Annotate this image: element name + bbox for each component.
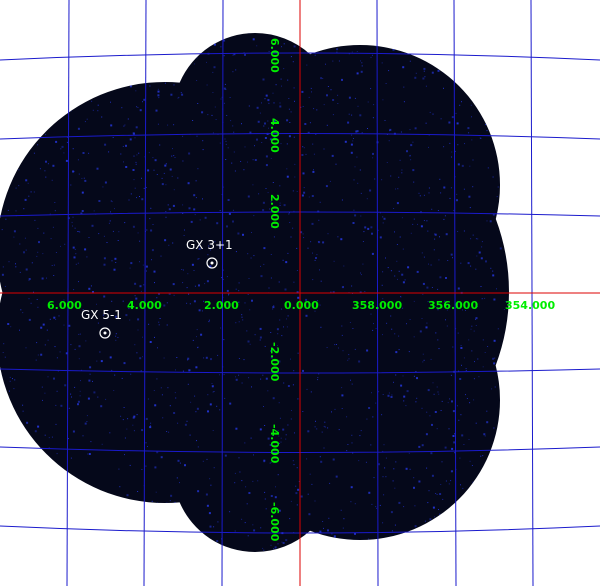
lon-tick-label: 0.000 xyxy=(284,299,319,312)
lon-tick-label: 2.000 xyxy=(204,299,239,312)
lat-tick-label: -4.000 xyxy=(268,424,281,464)
source-label: GX 3+1 xyxy=(186,238,233,252)
source-label: GX 5-1 xyxy=(81,308,122,322)
lon-tick-label: 356.000 xyxy=(428,299,478,312)
lon-tick-label: 358.000 xyxy=(352,299,402,312)
lat-tick-label: -6.000 xyxy=(268,502,281,542)
lat-tick-label: 4.000 xyxy=(268,118,281,153)
lon-tick-label: 354.000 xyxy=(505,299,555,312)
lon-tick-label: 4.000 xyxy=(127,299,162,312)
sky-map: 6.000 4.000 2.000 0.000 358.000 356.000 … xyxy=(0,0,600,586)
source-marker-dot xyxy=(210,261,214,265)
lat-tick-label: 6.000 xyxy=(268,38,281,73)
lon-tick-label: 6.000 xyxy=(47,299,82,312)
lat-tick-label: -2.000 xyxy=(268,342,281,382)
lat-tick-label: 2.000 xyxy=(268,194,281,229)
source-marker-dot xyxy=(103,331,107,335)
